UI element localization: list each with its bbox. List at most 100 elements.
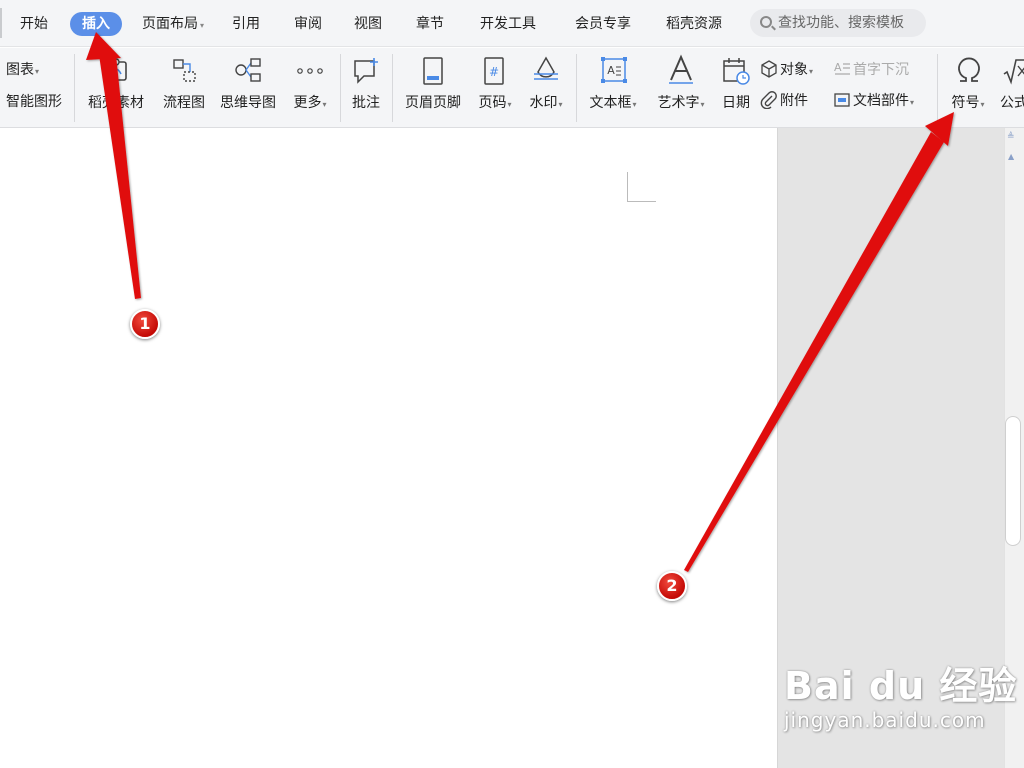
window-edge [0,8,2,38]
tab-section[interactable]: 章节 [416,12,444,36]
date-label: 日期 [722,95,750,111]
mindmap-button[interactable]: 思维导图 [216,48,280,128]
tab-start[interactable]: 开始 [20,12,48,36]
baidu-jingyan-watermark: Bai du 经验 jingyan.baidu.com [784,655,1017,732]
ribbon-separator [74,54,75,122]
watermark-icon [534,56,558,80]
formula-button[interactable]: 公式 [998,48,1024,128]
document-page[interactable] [0,128,777,768]
textbox-icon: A [601,57,627,83]
comment-button[interactable]: 批注 [344,48,388,128]
wordart-label: 艺术字 [657,95,700,111]
comment-label: 批注 [352,95,380,111]
doc-parts-label: 文档部件 [853,93,909,109]
tab-page-layout[interactable]: 页面布局 ▾ [142,12,204,36]
object-icon [761,60,777,78]
tab-page-layout-label: 页面布局 [142,16,198,32]
object-label: 对象 [780,62,808,78]
doc-parts-button[interactable]: 文档部件▾ [833,91,914,111]
omega-icon [958,57,980,82]
drop-cap-icon: A [834,61,850,75]
chevron-down-icon: ▾ [558,100,563,109]
object-button[interactable]: 对象▾ [760,60,813,80]
chart-button[interactable]: 图表▾ [6,60,39,80]
doc-parts-icon [834,93,850,107]
watermark-label-wrap: 水印▾ [522,92,570,112]
tab-review[interactable]: 审阅 [294,12,322,36]
smart-shape-button[interactable]: 智能图形 [6,92,62,112]
textbox-label-wrap: 文本框▾ [582,92,644,112]
scrollbar-thumb[interactable] [1005,416,1021,546]
mindmap-label: 思维导图 [220,95,276,111]
wordart-label-wrap: 艺术字▾ [650,92,712,112]
scroll-up-arrow-icon[interactable]: ▲ [1008,152,1014,161]
svg-text:A: A [607,64,615,77]
menu-tab-bar: 开始 插入 页面布局 ▾ 引用 审阅 视图 章节 开发工具 会员专享 稻壳资源 查… [0,0,1024,47]
date-button[interactable]: 日期 [716,48,756,128]
tab-daoke-resources[interactable]: 稻壳资源 [666,12,722,36]
chevron-down-icon: ▾ [200,21,205,30]
material-icon [105,58,127,81]
chevron-down-icon: ▾ [980,100,985,109]
header-footer-label: 页眉页脚 [405,95,461,111]
wordart-icon [669,54,693,84]
symbol-label-wrap: 符号▾ [944,92,992,112]
wordart-button[interactable]: 艺术字▾ [650,48,712,128]
tab-insert[interactable]: 插入 [70,12,122,36]
attachment-button[interactable]: 附件 [760,91,808,111]
textbox-button[interactable]: A 文本框▾ [582,48,644,128]
annotation-badge-1: 1 [130,309,160,339]
svg-text:#: # [489,65,499,79]
flowchart-label: 流程图 [163,95,205,111]
search-box[interactable]: 查找功能、搜索模板 [750,9,926,37]
watermark-main-text: Bai du 经验 [784,664,1018,708]
chevron-down-icon: ▾ [910,98,915,107]
more-button[interactable]: 更多▾ [286,48,334,128]
drop-cap-label: 首字下沉 [853,62,909,78]
more-label-wrap: 更多▾ [286,92,334,112]
flowchart-button[interactable]: 流程图 [156,48,212,128]
daoke-material-button[interactable]: 稻壳素材 [84,48,148,128]
formula-label: 公式 [1000,95,1024,111]
formula-icon [1003,59,1024,85]
ribbon-separator [576,54,577,122]
tab-view[interactable]: 视图 [354,12,382,36]
chevron-down-icon: ▾ [700,100,705,109]
header-footer-button[interactable]: 页眉页脚 [398,48,468,128]
ribbon-separator [340,54,341,122]
chevron-down-icon: ▾ [322,100,327,109]
header-footer-icon [423,57,443,85]
chevron-down-icon: ▾ [35,67,40,76]
watermark-label: 水印 [529,95,558,111]
watermark-sub-text: jingyan.baidu.com [784,708,986,732]
tab-member[interactable]: 会员专享 [575,12,631,36]
flowchart-icon [173,59,196,82]
attachment-label: 附件 [780,93,808,109]
ribbon-separator [392,54,393,122]
mindmap-icon [235,58,261,82]
scroll-to-top-icon[interactable]: ≜ [1007,132,1015,142]
chevron-down-icon: ▾ [507,100,512,109]
more-icon [297,68,323,74]
page-number-button[interactable]: # 页码▾ [472,48,518,128]
smart-shape-label: 智能图形 [6,94,62,110]
svg-text:A: A [834,61,842,74]
tab-developer[interactable]: 开发工具 [480,12,536,36]
textbox-label: 文本框 [589,95,632,111]
page-margin-marker [627,172,656,202]
symbol-button[interactable]: 符号▾ [944,48,992,128]
chevron-down-icon: ▾ [809,67,814,76]
chart-label: 图表 [6,62,34,78]
page-number-label: 页码 [478,95,507,111]
page-number-label-wrap: 页码▾ [472,92,518,112]
watermark-button[interactable]: 水印▾ [522,48,570,128]
drop-cap-button[interactable]: A 首字下沉 [833,60,909,80]
annotation-badge-2: 2 [657,571,687,601]
chevron-down-icon: ▾ [632,100,637,109]
calendar-icon [723,58,750,85]
search-placeholder: 查找功能、搜索模板 [778,15,904,31]
ribbon-separator [937,54,938,122]
more-label: 更多 [293,95,322,111]
tab-references[interactable]: 引用 [232,12,260,36]
paperclip-icon [760,91,777,109]
